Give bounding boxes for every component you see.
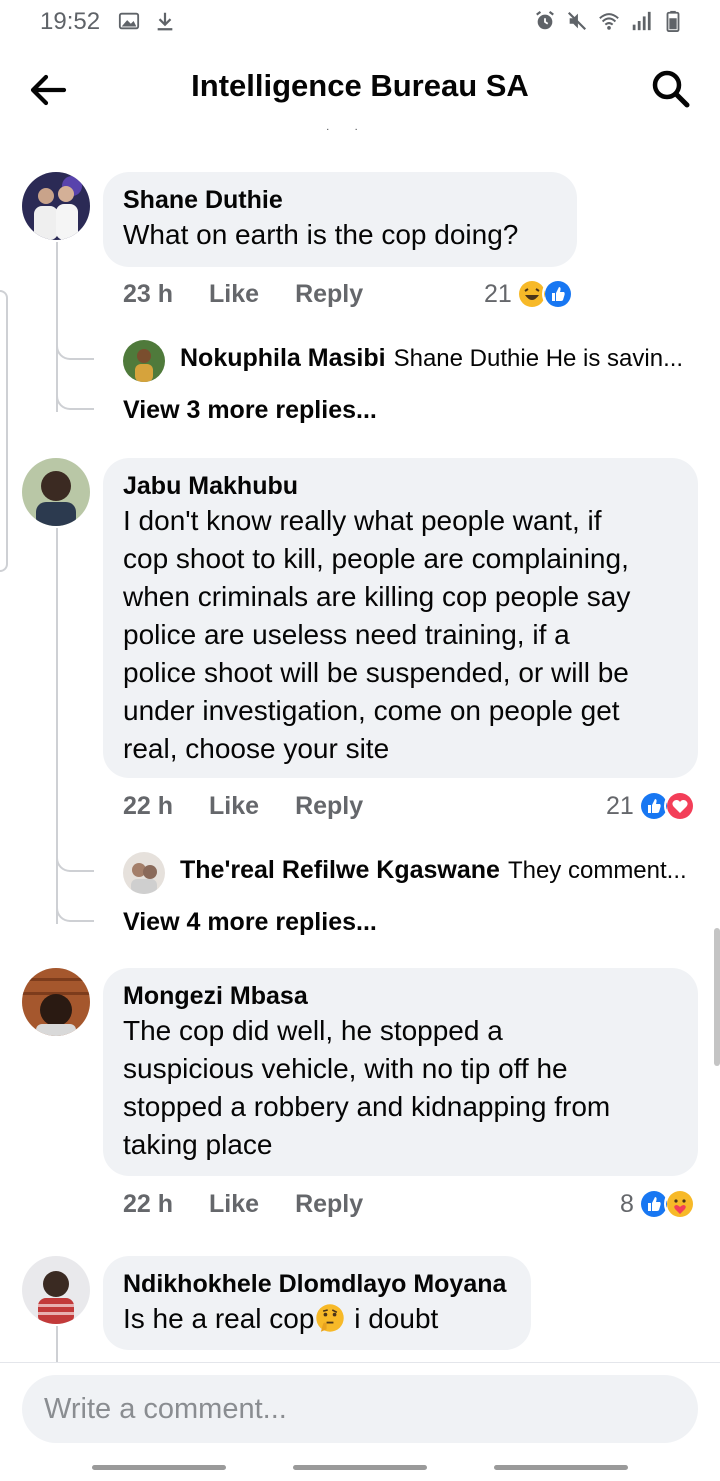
nav-pill[interactable]: [92, 1465, 226, 1470]
comment-actions: 22 h Like Reply: [123, 1190, 363, 1219]
view-more-replies[interactable]: View 3 more replies...: [123, 396, 377, 425]
comment-bubble: Ndikhokhele Dlomdlayo Moyana Is he a rea…: [103, 1256, 531, 1350]
app-bar: Intelligence Bureau SA: [0, 54, 720, 124]
like-button[interactable]: Like: [209, 792, 259, 821]
like-button[interactable]: Like: [209, 1190, 259, 1219]
comment-text-line: cop shoot to kill, people are complainin…: [123, 543, 629, 574]
reply-author[interactable]: The'real Refilwe Kgaswane: [180, 856, 500, 885]
reply-button[interactable]: Reply: [295, 1190, 363, 1219]
nav-pill[interactable]: [494, 1465, 628, 1470]
comment-text: Is he a real cop i doubt: [123, 1300, 511, 1338]
comment-author[interactable]: Jabu Makhubu: [123, 470, 678, 502]
reply-preview[interactable]: The'real Refilwe Kgaswane They comment..…: [180, 856, 687, 885]
reaction-summary[interactable]: 21: [484, 278, 574, 310]
view-more-replies[interactable]: View 4 more replies...: [123, 908, 377, 937]
reply-preview[interactable]: Nokuphila Masibi Shane Duthie He is savi…: [180, 344, 683, 373]
comment-time[interactable]: 23 h: [123, 280, 173, 309]
thread-connector: [56, 374, 94, 410]
status-bar: 19:52: [0, 0, 720, 44]
thread-line: [56, 1326, 58, 1364]
love-reaction-icon: [663, 790, 696, 822]
reaction-count: 21: [606, 791, 634, 820]
comment-bubble: Mongezi Mbasa The cop did well, he stopp…: [103, 968, 698, 1176]
thread-connector: [56, 324, 94, 360]
clipped-text-remnant: ˙ ˙: [326, 126, 370, 142]
reply-button[interactable]: Reply: [295, 792, 363, 821]
reaction-count: 8: [620, 1189, 634, 1218]
signal-icon: [632, 11, 651, 31]
battery-icon: [666, 10, 680, 32]
comment-text-line: stopped a robbery and kidnapping from: [123, 1091, 611, 1122]
comment-composer: [0, 1362, 720, 1481]
comment-author[interactable]: Ndikhokhele Dlomdlayo Moyana: [123, 1268, 511, 1300]
comment-text-line: police shoot will be suspended, or will …: [123, 657, 629, 688]
comment-bubble: Jabu Makhubu I don't know really what pe…: [103, 458, 698, 778]
like-reaction-icon: [541, 278, 574, 310]
reply-author[interactable]: Nokuphila Masibi: [180, 344, 386, 373]
alarm-icon: [536, 10, 554, 30]
download-icon: [157, 12, 173, 31]
comments-list: ˙ ˙ Shane Duthie What on earth is the co…: [0, 124, 720, 1364]
avatar[interactable]: [22, 1256, 90, 1324]
search-icon[interactable]: [650, 68, 692, 110]
comment-text-line: real, choose your site: [123, 733, 390, 764]
avatar[interactable]: [22, 172, 90, 240]
nav-pill[interactable]: [293, 1465, 427, 1470]
reply-button[interactable]: Reply: [295, 280, 363, 309]
comment-time[interactable]: 22 h: [123, 1190, 173, 1219]
comment-text-line: taking place: [123, 1129, 273, 1160]
comment-text-line: suspicious vehicle, with no tip off he: [123, 1053, 568, 1084]
comment-actions: 22 h Like Reply: [123, 792, 363, 821]
comment-text-line: when criminals are killing cop people sa…: [123, 581, 631, 612]
comment-actions: 23 h Like Reply: [123, 280, 363, 309]
thread-connector: [56, 886, 94, 922]
mute-icon: [567, 11, 587, 31]
gallery-icon: [118, 12, 140, 30]
reaction-summary[interactable]: 21: [606, 790, 696, 822]
thread-connector: [56, 836, 94, 872]
like-button[interactable]: Like: [209, 280, 259, 309]
page-title: Intelligence Bureau SA: [191, 68, 529, 103]
reaction-count: 21: [484, 279, 512, 308]
comment-text-part: Is he a real cop: [123, 1303, 315, 1334]
reaction-summary[interactable]: 8: [620, 1188, 696, 1220]
status-time: 19:52: [40, 8, 101, 35]
comment-input[interactable]: [22, 1375, 698, 1443]
thinking-face-icon: [316, 1304, 345, 1332]
reply-text: Shane Duthie He is savin...: [393, 344, 684, 372]
comment-time[interactable]: 22 h: [123, 792, 173, 821]
reply-text: They comment...: [507, 856, 687, 884]
avatar[interactable]: [22, 458, 90, 526]
comment-text-line: under investigation, come on people get: [123, 695, 620, 726]
comment-text-line: The cop did well, he stopped a: [123, 1015, 503, 1046]
comment-text-part: i doubt: [346, 1303, 439, 1334]
comment-text-line: police are useless need training, if a: [123, 619, 570, 650]
comment-author[interactable]: Mongezi Mbasa: [123, 980, 678, 1012]
wifi-icon: [599, 13, 619, 30]
comment-author[interactable]: Shane Duthie: [123, 184, 557, 216]
comment-bubble: Shane Duthie What on earth is the cop do…: [103, 172, 577, 267]
comment-text: What on earth is the cop doing?: [123, 219, 519, 250]
avatar[interactable]: [22, 968, 90, 1036]
comment-text-line: I don't know really what people want, if: [123, 505, 602, 536]
care-reaction-icon: [663, 1188, 696, 1220]
reply-avatar[interactable]: [123, 852, 165, 894]
reply-avatar[interactable]: [123, 340, 165, 382]
